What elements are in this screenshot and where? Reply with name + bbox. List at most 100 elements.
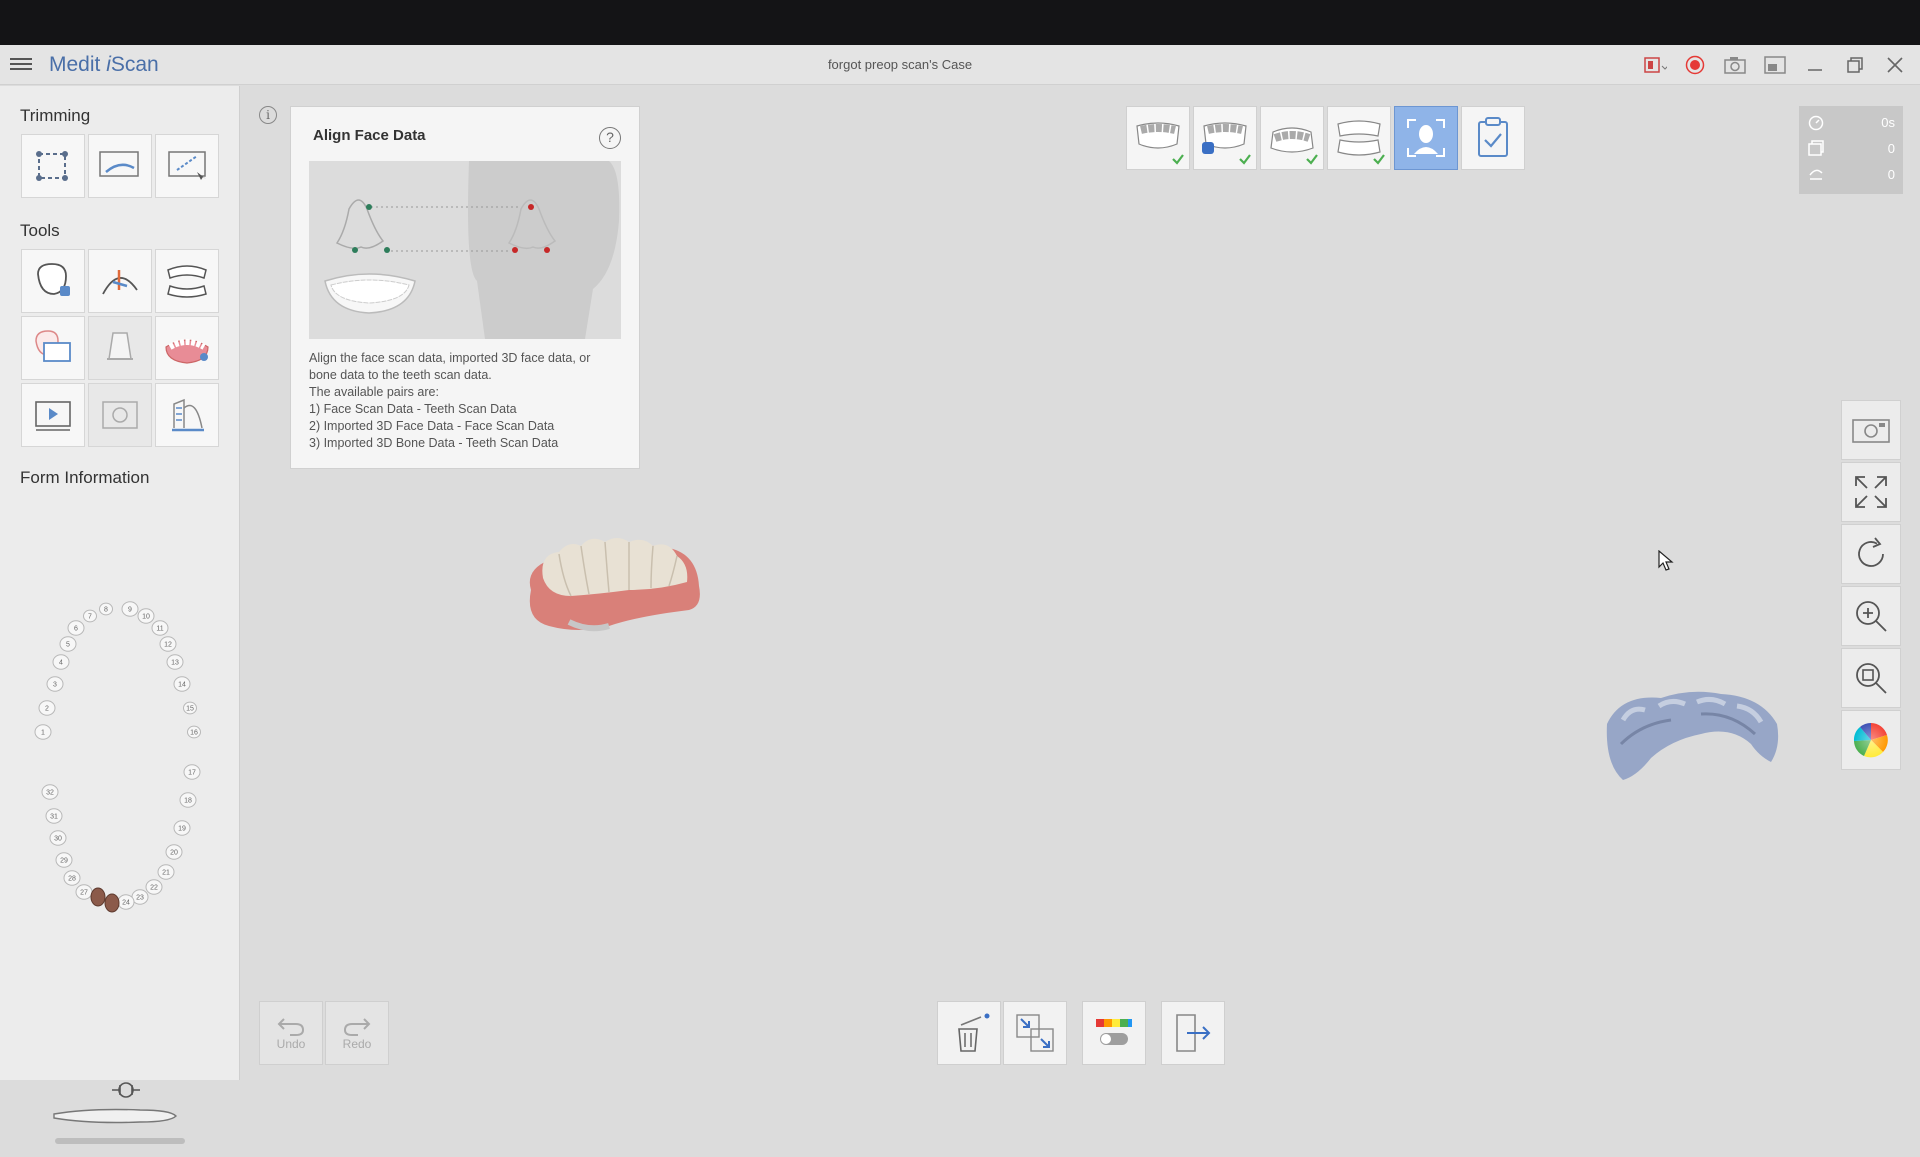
teeth-model[interactable]	[519, 530, 705, 640]
arch-scan-model[interactable]	[1601, 684, 1783, 794]
tooth-30[interactable]: 30	[49, 830, 67, 846]
selected-tooth[interactable]	[104, 893, 120, 913]
video-camera-button[interactable]	[1841, 400, 1901, 460]
tooth-10[interactable]: 10	[137, 608, 155, 624]
window-icon[interactable]	[1762, 53, 1788, 77]
video-button[interactable]	[21, 383, 85, 447]
tooth-18[interactable]: 18	[179, 792, 197, 808]
svg-text:18: 18	[184, 798, 192, 805]
tooth-21[interactable]: 21	[157, 864, 175, 880]
clear-data-button[interactable]	[937, 1001, 1001, 1065]
svg-text:27: 27	[80, 890, 88, 897]
step-face-scan[interactable]	[1394, 106, 1458, 170]
denture-button[interactable]	[155, 316, 219, 380]
selected-tooth[interactable]	[90, 887, 106, 907]
step-preparation[interactable]	[1193, 106, 1257, 170]
info-icon[interactable]: i	[259, 106, 277, 124]
fit-view-button[interactable]	[1841, 462, 1901, 522]
trim-lasso-button[interactable]	[155, 134, 219, 198]
close-icon[interactable]	[1882, 53, 1908, 77]
os-top-bar	[0, 0, 1920, 45]
tooth-13[interactable]: 13	[166, 654, 184, 670]
layout-icon[interactable]	[1642, 53, 1668, 77]
tooth-29[interactable]: 29	[55, 852, 73, 868]
tooth-7[interactable]: 7	[83, 609, 97, 623]
tooth-3[interactable]: 3	[46, 676, 64, 692]
tooth-19[interactable]: 19	[173, 820, 191, 836]
align-data-button[interactable]	[1003, 1001, 1067, 1065]
maximize-icon[interactable]	[1842, 53, 1868, 77]
tooth-24[interactable]: 24	[117, 894, 135, 910]
check-icon	[1239, 154, 1251, 165]
measure-button[interactable]	[155, 383, 219, 447]
svg-text:7: 7	[88, 614, 92, 621]
tooth-1[interactable]: 1	[34, 724, 52, 740]
occlusion-button[interactable]	[155, 249, 219, 313]
bottom-toolbar-right	[1082, 1001, 1146, 1065]
scanner-device-icon	[50, 1082, 190, 1152]
step-review[interactable]	[1461, 106, 1525, 170]
tooth-14[interactable]: 14	[173, 676, 191, 692]
tooth-22[interactable]: 22	[145, 879, 163, 895]
reset-rotation-button[interactable]	[1841, 524, 1901, 584]
desc-line: Align the face scan data, imported 3D fa…	[309, 351, 591, 365]
tooth-lock-button[interactable]	[21, 249, 85, 313]
desc-line: 3) Imported 3D Bone Data - Teeth Scan Da…	[309, 436, 559, 450]
tooth-15[interactable]: 15	[183, 701, 197, 715]
rotate-data-icon	[1809, 169, 1823, 180]
step-maxilla[interactable]	[1126, 106, 1190, 170]
panel-title: Align Face Data	[313, 127, 426, 144]
abutment-button[interactable]	[88, 316, 152, 380]
tooth-5[interactable]: 5	[59, 636, 77, 652]
panel-description: Align the face scan data, imported 3D fa…	[309, 350, 629, 452]
desc-line: bone data to the teeth scan data.	[309, 368, 492, 382]
compare-data-button[interactable]	[21, 316, 85, 380]
svg-text:28: 28	[68, 876, 76, 883]
zoom-fit-button[interactable]	[1841, 648, 1901, 708]
trimming-title: Trimming	[20, 106, 91, 125]
svg-text:20: 20	[170, 850, 178, 857]
reliability-map-icon	[1096, 1019, 1132, 1045]
capture-button[interactable]	[88, 383, 152, 447]
tooth-16[interactable]: 16	[187, 725, 201, 739]
redo-icon	[343, 1018, 371, 1036]
tooth-8[interactable]: 8	[99, 602, 113, 616]
tooth-2[interactable]: 2	[38, 700, 56, 716]
svg-text:13: 13	[171, 660, 179, 667]
step-occlusion[interactable]	[1327, 106, 1391, 170]
tooth-20[interactable]: 20	[165, 844, 183, 860]
exit-button[interactable]	[1161, 1001, 1225, 1065]
reliability-map-toggle[interactable]	[1082, 1001, 1146, 1065]
tooth-6[interactable]: 6	[67, 620, 85, 636]
tooth-chart[interactable]: 1 2 3 4 5 6 7 8 9 10 11 12 13 14 15 16 17 18 19 20 21 22 23 24 2…	[28, 594, 214, 918]
count-b-value: 0	[1887, 166, 1895, 182]
tooth-4[interactable]: 4	[52, 654, 70, 670]
tooth-11[interactable]: 11	[151, 620, 169, 636]
tooth-9[interactable]: 9	[121, 601, 139, 617]
tooth-17[interactable]: 17	[183, 764, 201, 780]
minimize-icon[interactable]	[1802, 53, 1828, 77]
main-viewport[interactable]: i Align Face Data ? Align the face scan …	[241, 86, 1920, 1080]
tooth-12[interactable]: 12	[159, 636, 177, 652]
help-icon[interactable]: ?	[599, 127, 621, 149]
zoom-in-button[interactable]	[1841, 586, 1901, 646]
undo-button[interactable]: Undo	[259, 1001, 323, 1065]
cutting-tool-button[interactable]	[88, 249, 152, 313]
tooth-32[interactable]: 32	[41, 784, 59, 800]
trim-polygon-button[interactable]	[21, 134, 85, 198]
camera-icon[interactable]	[1722, 53, 1748, 77]
svg-text:24: 24	[122, 900, 130, 907]
step-mandible[interactable]	[1260, 106, 1324, 170]
color-map-button[interactable]	[1841, 710, 1901, 770]
trimming-tools	[21, 134, 219, 198]
tooth-28[interactable]: 28	[63, 870, 81, 886]
trim-plane-button[interactable]	[88, 134, 152, 198]
tooth-31[interactable]: 31	[45, 808, 63, 824]
svg-text:16: 16	[190, 730, 198, 737]
tooth-27[interactable]: 27	[75, 884, 93, 900]
svg-text:3: 3	[53, 682, 57, 689]
redo-button[interactable]: Redo	[325, 1001, 389, 1065]
svg-text:14: 14	[178, 682, 186, 689]
record-icon[interactable]	[1682, 53, 1708, 77]
svg-text:17: 17	[188, 770, 196, 777]
